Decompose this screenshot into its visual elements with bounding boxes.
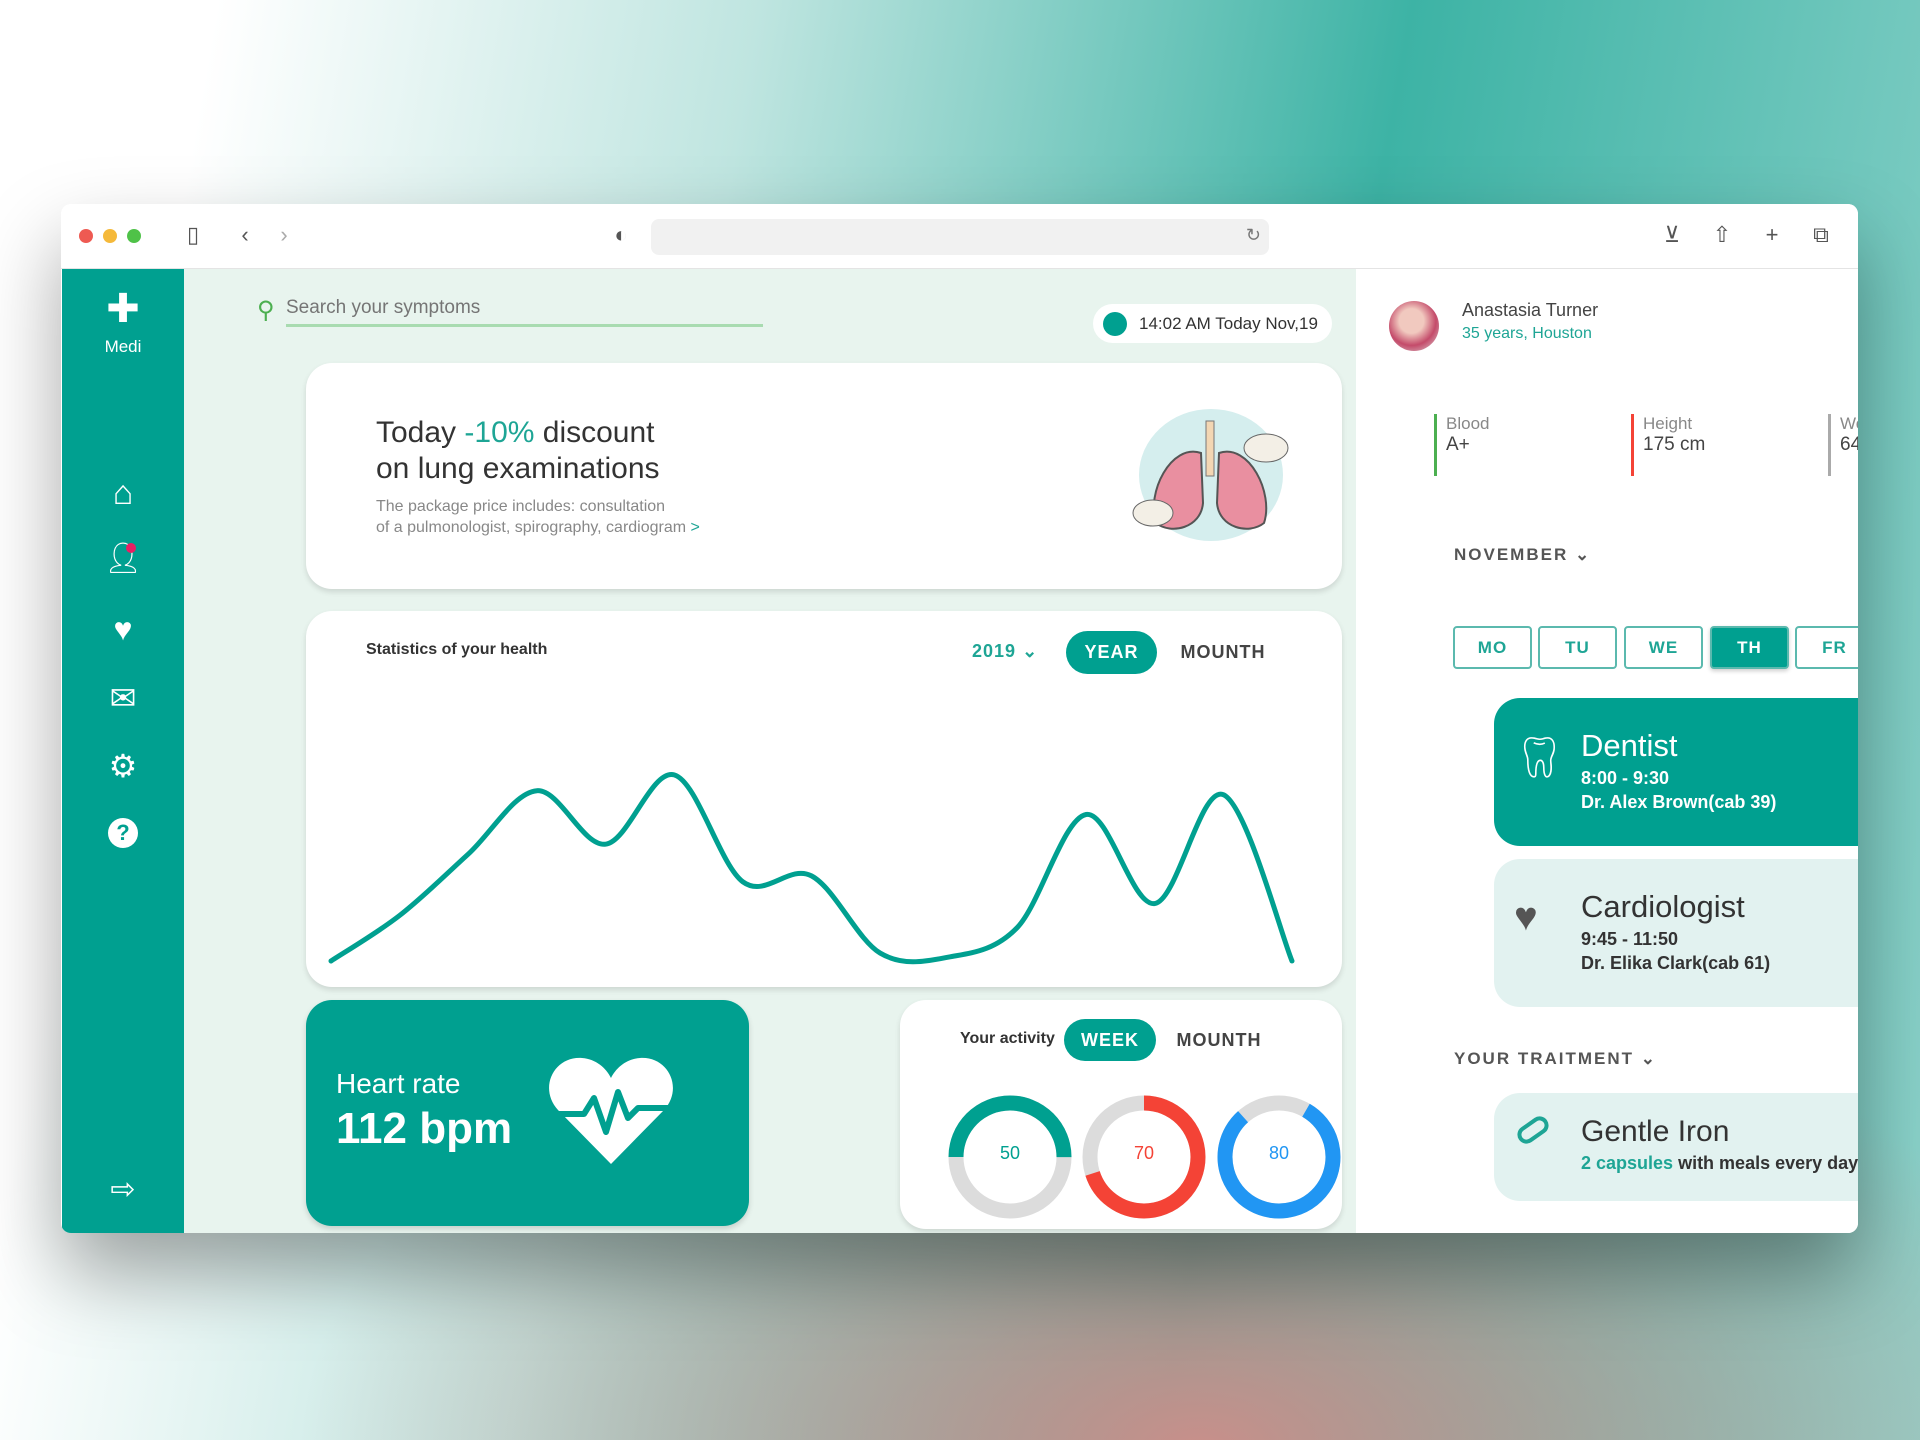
promo-title: Today -10% discount on lung examinations [376,416,660,485]
appointment-title: Cardiologist [1581,889,1745,924]
day-th[interactable]: TH [1710,626,1789,669]
tooth-icon: 🦷︎ [1514,736,1565,780]
sidebar: ✚ Medi ⌂ 👤︎ ♥ ✉ ⚙ ? ⇨ [62,269,184,1233]
treatment-dose: 2 capsules with meals every day [1581,1153,1858,1173]
notification-dot [126,543,136,553]
day-fr[interactable]: FR [1795,626,1858,669]
heart-icon[interactable]: ♥ [62,611,184,648]
appointment-doctor: Dr. Elika Clark(cab 61) [1581,953,1771,973]
appointment-time: 9:45 - 11:50 [1581,929,1679,949]
datetime-text: 14:02 AM Today Nov,19 [1139,314,1318,333]
clock-icon [1103,312,1127,336]
minimize-window-button[interactable] [103,229,117,243]
logo-text: Medi [104,337,142,356]
logout-icon[interactable]: ⇨ [62,1172,184,1207]
appointment-doctor: Dr. Alex Brown(cab 39) [1581,792,1777,812]
main-content: ⚲ 14:02 AM Today Nov,19 Today -10% disco… [184,269,1356,1233]
appointment-time: 8:00 - 9:30 [1581,768,1670,788]
profile-subtitle: 35 years, Houston [1462,325,1592,342]
appointment-card-dentist[interactable]: 🦷︎ Dentist 8:00 - 9:30 Dr. Alex Brown(ca… [1494,698,1858,846]
pill-icon [1513,1112,1553,1148]
forward-icon[interactable]: › [270,222,298,248]
address-bar[interactable]: ↻ [651,219,1269,255]
profile-name: Anastasia Turner [1462,300,1599,320]
chevron-down-icon: ⌄ [1574,545,1592,564]
help-icon[interactable]: ? [62,818,184,848]
promo-more-link[interactable]: > [691,519,700,536]
user-icon[interactable]: 👤︎ [62,541,184,576]
chevron-down-icon: ⌄ [1640,1049,1658,1068]
treatment-dropdown[interactable]: YOUR TRAITMENT ⌄ [1454,1049,1657,1069]
maximize-window-button[interactable] [127,229,141,243]
sidebar-toggle-icon[interactable]: ▯ [179,222,207,248]
browser-toolbar: ▯ ‹ › ◐ ↻ ⊻ ⇧ + ⧉ [61,204,1858,269]
month-dropdown[interactable]: NOVEMBER ⌄ [1454,545,1591,565]
heart-rate-card: Heart rate 112 bpm [306,1000,749,1226]
day-mo[interactable]: MO [1453,626,1532,669]
promo-description: The package price includes: consultation… [376,498,700,536]
reload-icon[interactable]: ↻ [1246,225,1261,246]
home-icon[interactable]: ⌂ [62,474,184,513]
health-statistics-card: Statistics of your health 2019 ⌄ YEAR MO… [306,611,1342,987]
new-tab-icon[interactable]: + [1758,222,1786,248]
appointment-title: Dentist [1581,728,1678,763]
treatment-card[interactable]: Gentle Iron 2 capsules with meals every … [1494,1093,1858,1201]
avatar[interactable] [1389,301,1439,351]
search-icon: ⚲ [257,297,275,324]
datetime-pill: 14:02 AM Today Nov,19 [1093,304,1332,343]
ring-value: 80 [1268,1143,1290,1163]
share-icon[interactable]: ⇧ [1708,222,1736,248]
right-panel: Anastasia Turner 35 years, Houston Blood… [1356,269,1858,1233]
heart-rate-label: Heart rate [336,1068,461,1099]
health-series-line [328,772,1295,965]
download-icon[interactable]: ⊻ [1658,222,1686,248]
heart-pulse-icon: ♥ [1514,895,1538,939]
shield-icon[interactable]: ◐ [607,222,635,248]
day-we[interactable]: WE [1624,626,1703,669]
vital-height: Height 175 cm [1631,414,1705,476]
day-tu[interactable]: TU [1538,626,1617,669]
close-window-button[interactable] [79,229,93,243]
browser-window: ▯ ‹ › ◐ ↻ ⊻ ⇧ + ⧉ ✚ Medi ⌂ 👤︎ ♥ ✉ ⚙ ? ⇨ … [61,204,1858,1233]
promo-card: Today -10% discount on lung examinations … [306,363,1342,589]
medical-hand-logo-icon: ✚ [106,287,140,331]
activity-card: Your activity WEEK MOUNTH 50 70 80 [900,1000,1342,1229]
heart-rate-value: 112 bpm [336,1104,513,1153]
tabs-overview-icon[interactable]: ⧉ [1807,222,1835,248]
health-line-chart [328,772,1295,965]
vital-weight: Weight64 kg [1828,414,1858,476]
heart-pulse-icon [549,1057,673,1164]
search-input[interactable] [286,291,763,327]
appointment-card-cardiologist[interactable]: ♥ Cardiologist 9:45 - 11:50 Dr. Elika Cl… [1494,859,1858,1007]
lungs-illustration [1132,409,1289,541]
back-icon[interactable]: ‹ [231,222,259,248]
ring-value: 50 [999,1143,1021,1163]
treatment-name: Gentle Iron [1581,1115,1730,1148]
gear-icon[interactable]: ⚙ [62,747,184,785]
mail-icon[interactable]: ✉ [62,679,184,717]
vital-blood: Blood A+ [1434,414,1489,476]
activity-rings [948,1095,1341,1219]
ring-value: 70 [1133,1143,1155,1163]
